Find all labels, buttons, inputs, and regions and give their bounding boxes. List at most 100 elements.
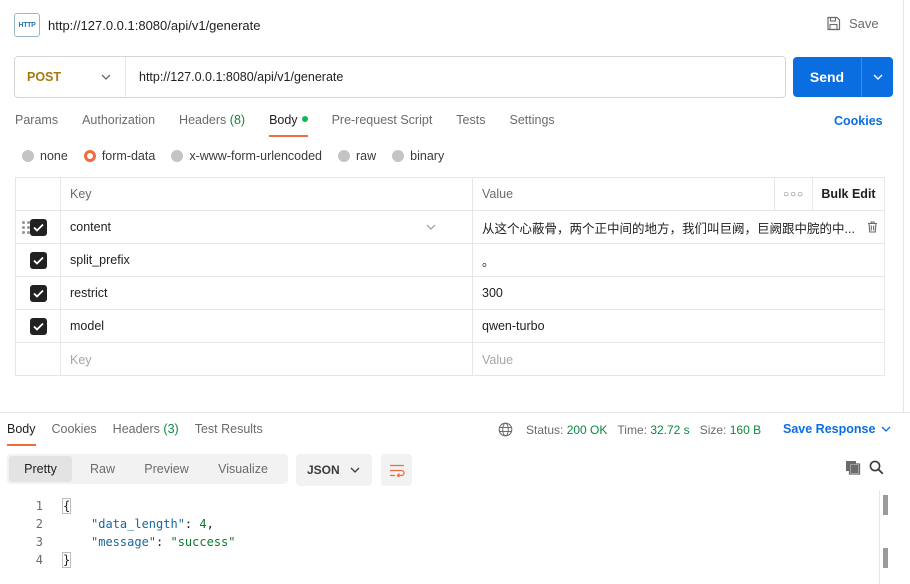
scrollbar-thumb[interactable] xyxy=(883,495,888,515)
method-select[interactable]: POST xyxy=(15,57,126,97)
response-size[interactable]: Size: 160 B xyxy=(700,423,761,437)
checkmark-icon xyxy=(32,289,44,298)
code-line: 1 { xyxy=(0,497,72,515)
view-preview[interactable]: Preview xyxy=(133,456,200,482)
checkmark-icon xyxy=(32,223,44,232)
save-response-label: Save Response xyxy=(783,422,876,436)
radio-circle xyxy=(171,150,184,162)
tab-response-headers[interactable]: Headers (3) xyxy=(113,422,179,446)
wrap-lines-button[interactable] xyxy=(381,454,412,486)
send-options-button[interactable] xyxy=(861,57,893,97)
tab-label: Headers xyxy=(112,422,160,436)
radio-form-data[interactable]: form-data xyxy=(83,149,155,163)
headers-count: (8) xyxy=(229,113,246,127)
row-checkbox[interactable] xyxy=(29,317,47,335)
json-value: 4 xyxy=(199,517,207,531)
request-title[interactable]: http://127.0.0.1:8080/api/v1/generate xyxy=(48,18,261,33)
key-cell[interactable]: split_prefix xyxy=(61,244,473,276)
key-cell[interactable]: restrict xyxy=(61,277,473,309)
json-key: "data_length" xyxy=(91,517,185,531)
radio-label: raw xyxy=(356,149,377,163)
value-cell[interactable]: 300 xyxy=(473,277,884,309)
copy-icon[interactable] xyxy=(845,460,861,478)
line-number: 4 xyxy=(35,553,43,567)
status-value: 200 OK xyxy=(566,422,608,437)
key-cell[interactable]: content xyxy=(61,211,473,243)
response-divider[interactable] xyxy=(0,412,910,413)
json-value: "success" xyxy=(170,535,236,549)
tab-tests[interactable]: Tests xyxy=(456,113,485,137)
radio-label: binary xyxy=(410,149,445,163)
body-indicator-dot xyxy=(301,116,308,122)
radio-circle-selected xyxy=(83,150,96,162)
row-checkbox[interactable] xyxy=(29,284,47,302)
header-check-cell xyxy=(16,178,61,210)
radio-label: x-www-form-urlencoded xyxy=(189,149,322,163)
save-button[interactable]: Save xyxy=(826,16,879,31)
value-cell[interactable]: 从这个心蔽骨，两个正中间的地方，我们叫巨阙，巨阙跟中脘的中... xyxy=(473,211,884,243)
tab-params[interactable]: Params xyxy=(15,113,58,137)
url-input[interactable]: http://127.0.0.1:8080/api/v1/generate xyxy=(126,70,343,84)
radio-raw[interactable]: raw xyxy=(338,149,376,163)
radio-none[interactable]: none xyxy=(22,149,68,163)
view-raw[interactable]: Raw xyxy=(72,456,133,482)
save-label: Save xyxy=(849,16,879,31)
radio-label: none xyxy=(40,149,68,163)
tab-authorization[interactable]: Authorization xyxy=(82,113,155,137)
tab-body[interactable]: Body xyxy=(269,113,308,137)
tab-response-body[interactable]: Body xyxy=(7,422,36,446)
brace: } xyxy=(61,552,72,568)
chevron-down-icon xyxy=(881,426,891,432)
table-header-row: Key Value ○○○ Bulk Edit xyxy=(16,178,884,211)
response-tabs: Body Cookies Headers (3) Test Results xyxy=(7,422,279,446)
new-value-input[interactable]: Value xyxy=(473,343,884,376)
tab-prerequest-script[interactable]: Pre-request Script xyxy=(332,113,433,137)
panel-border xyxy=(903,0,904,412)
value-text: 从这个心蔽骨，两个正中间的地方，我们叫巨阙，巨阙跟中脘的中... xyxy=(482,221,855,236)
chevron-down-icon xyxy=(350,467,360,473)
json-separator: , xyxy=(206,517,214,531)
code-line: 2 "data_length": 4, xyxy=(0,515,214,533)
value-cell[interactable]: qwen-turbo xyxy=(473,310,884,342)
radio-urlencoded[interactable]: x-www-form-urlencoded xyxy=(171,149,322,163)
drag-handle-icon[interactable] xyxy=(22,221,30,235)
new-param-row: Key Value xyxy=(16,343,884,376)
table-row: content 从这个心蔽骨，两个正中间的地方，我们叫巨阙，巨阙跟中脘的中... xyxy=(16,211,884,244)
tab-settings[interactable]: Settings xyxy=(509,113,554,137)
format-select[interactable]: JSON xyxy=(296,454,372,486)
cookies-link[interactable]: Cookies xyxy=(834,114,883,128)
wrap-lines-icon xyxy=(389,464,405,477)
checkmark-icon xyxy=(32,322,44,331)
method-label: POST xyxy=(27,70,62,84)
value-cell[interactable]: 。 xyxy=(473,244,884,276)
status[interactable]: Status: 200 OK xyxy=(526,423,607,437)
radio-binary[interactable]: binary xyxy=(392,149,444,163)
checkmark-icon xyxy=(32,256,44,265)
row-checkbox[interactable] xyxy=(29,251,47,269)
tab-headers[interactable]: Headers (8) xyxy=(179,113,245,137)
line-number: 3 xyxy=(35,535,43,549)
headers-count: (3) xyxy=(163,422,179,436)
new-key-input[interactable]: Key xyxy=(61,343,473,376)
send-button[interactable]: Send xyxy=(793,57,893,97)
code-line: 3 "message": "success" xyxy=(0,533,236,551)
chevron-down-icon[interactable] xyxy=(426,224,436,230)
body-mode-radios: none form-data x-www-form-urlencoded raw… xyxy=(22,149,460,163)
view-pretty[interactable]: Pretty xyxy=(9,456,72,482)
save-icon xyxy=(827,16,841,31)
tab-headers-label: Headers xyxy=(179,113,227,127)
bulk-edit-button[interactable]: Bulk Edit xyxy=(812,178,884,210)
search-icon[interactable] xyxy=(869,460,884,478)
trash-icon[interactable] xyxy=(867,221,878,233)
line-number: 2 xyxy=(35,517,43,531)
more-options-icon[interactable]: ○○○ xyxy=(774,178,812,210)
tab-test-results[interactable]: Test Results xyxy=(195,422,263,446)
scrollbar-thumb[interactable] xyxy=(883,548,888,568)
globe-icon[interactable] xyxy=(498,422,513,437)
row-checkbox[interactable] xyxy=(29,218,47,236)
save-response-button[interactable]: Save Response xyxy=(783,422,891,436)
view-visualize[interactable]: Visualize xyxy=(200,456,286,482)
tab-response-cookies[interactable]: Cookies xyxy=(52,422,97,446)
key-cell[interactable]: model xyxy=(61,310,473,342)
response-time[interactable]: Time: 32.72 s xyxy=(617,423,689,437)
